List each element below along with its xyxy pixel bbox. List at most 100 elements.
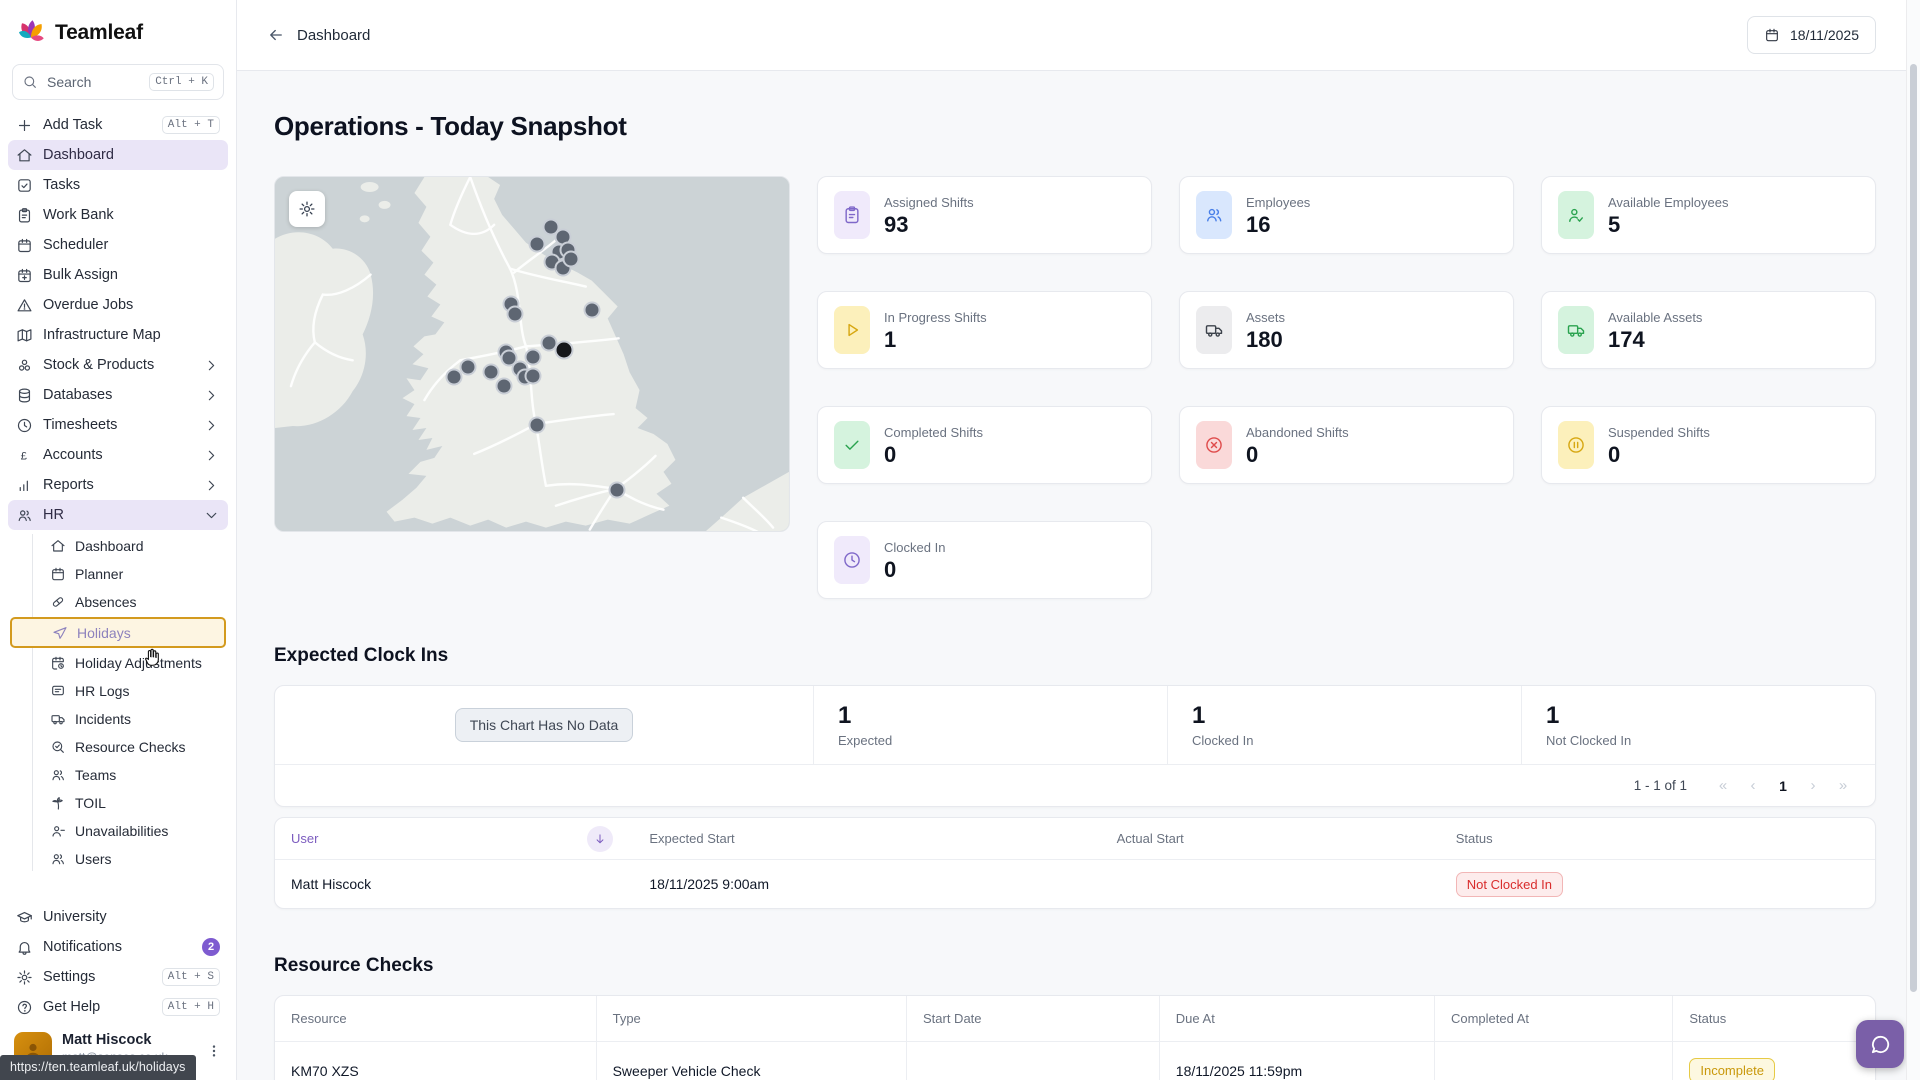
map-marker[interactable] xyxy=(483,364,500,381)
search-input[interactable]: Search Ctrl + K xyxy=(12,64,224,100)
breadcrumb: Dashboard xyxy=(297,27,370,44)
sidebar-item-tasks[interactable]: Tasks xyxy=(8,170,228,200)
date-picker-button[interactable]: 18/11/2025 xyxy=(1747,16,1876,54)
map-marker[interactable] xyxy=(529,236,546,253)
stat-card-in-progress-shifts: In Progress Shifts 1 xyxy=(817,291,1152,369)
expected-clock-ins-title: Expected Clock Ins xyxy=(274,645,1876,667)
clipboard-icon xyxy=(834,191,870,239)
chevron-right-icon xyxy=(203,357,220,374)
ellipsis-vertical-icon[interactable] xyxy=(206,1043,222,1059)
cell-start-date xyxy=(907,1042,1160,1080)
sidebar-item-unavailabilities[interactable]: Unavailabilities xyxy=(8,817,228,845)
sidebar-item-notifications[interactable]: Notifications 2 xyxy=(8,932,228,962)
sidebar-item-planner[interactable]: Planner xyxy=(8,560,228,588)
sort-descending-button[interactable] xyxy=(587,826,613,852)
sidebar-item-dashboard[interactable]: Dashboard xyxy=(8,140,228,170)
person-check-icon xyxy=(1558,191,1594,239)
brand-logo-row[interactable]: Teamleaf xyxy=(12,12,224,64)
map-marker[interactable] xyxy=(525,368,542,385)
person-minus-icon xyxy=(50,823,66,839)
sidebar-item-resource-checks[interactable]: Resource Checks xyxy=(8,733,228,761)
stat-cards: Assigned Shifts 93 Employees 16 Availabl… xyxy=(817,176,1876,599)
dashboard-content: Operations - Today Snapshot xyxy=(237,71,1920,1080)
calendar-plus-icon xyxy=(16,267,33,284)
sidebar-item-work-bank[interactable]: Work Bank xyxy=(8,200,228,230)
sidebar-item-timesheets[interactable]: Timesheets xyxy=(8,410,228,440)
chat-button[interactable] xyxy=(1856,1020,1904,1068)
sidebar-item-infrastructure-map[interactable]: Infrastructure Map xyxy=(8,320,228,350)
chevron-right-icon xyxy=(203,447,220,464)
truck-icon xyxy=(1196,306,1232,354)
sidebar-nav: Add Task Alt + T Dashboard Tasks Work Ba… xyxy=(0,100,236,896)
sidebar-item-scheduler[interactable]: Scheduler xyxy=(8,230,228,260)
sidebar-item-accounts[interactable]: £ Accounts xyxy=(8,440,228,470)
sidebar-item-reports[interactable]: Reports xyxy=(8,470,228,500)
cell-type: Sweeper Vehicle Check xyxy=(597,1042,907,1080)
sidebar-item-holidays[interactable]: Holidays xyxy=(10,617,226,648)
next-page-button[interactable]: › xyxy=(1803,777,1823,794)
sidebar-item-hr-logs[interactable]: HR Logs xyxy=(8,677,228,705)
sidebar-item-bulk-assign[interactable]: Bulk Assign xyxy=(8,260,228,290)
sidebar-item-settings[interactable]: Settings Alt + S xyxy=(8,962,228,992)
chart-empty-state: This Chart Has No Data xyxy=(455,708,634,742)
last-page-button[interactable]: » xyxy=(1833,777,1853,794)
operations-map[interactable] xyxy=(274,176,790,532)
stat-card-employees: Employees 16 xyxy=(1179,176,1514,254)
first-page-button[interactable]: « xyxy=(1713,777,1733,794)
sidebar-item-absences[interactable]: Absences xyxy=(8,588,228,616)
get-help-shortcut: Alt + H xyxy=(162,998,220,1016)
map-marker[interactable] xyxy=(460,359,477,376)
add-task-shortcut: Alt + T xyxy=(162,116,220,134)
cell-due-at: 18/11/2025 11:59pm xyxy=(1160,1042,1435,1080)
column-resource: Resource xyxy=(275,996,597,1041)
map-marker[interactable] xyxy=(529,417,546,434)
boxes-icon xyxy=(16,357,33,374)
sidebar-item-toil[interactable]: TOIL xyxy=(8,789,228,817)
add-task-button[interactable]: Add Task Alt + T xyxy=(8,110,228,140)
message-icon xyxy=(50,683,66,699)
sidebar-item-overdue-jobs[interactable]: Overdue Jobs xyxy=(8,290,228,320)
sidebar-item-university[interactable]: University xyxy=(8,902,228,932)
search-icon xyxy=(22,74,38,90)
scrollbar-thumb[interactable] xyxy=(1910,64,1917,992)
notifications-badge: 2 xyxy=(202,938,220,956)
map-settings-button[interactable] xyxy=(289,191,325,227)
map-marker[interactable] xyxy=(609,482,626,499)
plus-icon xyxy=(16,117,33,134)
column-due-at: Due At xyxy=(1160,996,1435,1041)
map-marker[interactable] xyxy=(525,349,542,366)
table-row[interactable]: KM70 XZS Sweeper Vehicle Check 18/11/202… xyxy=(275,1042,1875,1080)
sidebar-item-holiday-adjustments[interactable]: Holiday Adjustments xyxy=(8,649,228,677)
stat-not-clocked-in: 1 Not Clocked In xyxy=(1521,686,1875,764)
svg-text:£: £ xyxy=(21,450,28,462)
stat-card-assets: Assets 180 xyxy=(1179,291,1514,369)
back-button[interactable]: Dashboard xyxy=(267,26,370,44)
column-completed-at: Completed At xyxy=(1435,996,1673,1041)
map-marker[interactable] xyxy=(563,251,580,268)
link-preview-tooltip: https://ten.teamleaf.uk/holidays xyxy=(0,1055,196,1080)
chevron-right-icon xyxy=(203,387,220,404)
home-icon xyxy=(16,147,33,164)
sidebar-item-stock-products[interactable]: Stock & Products xyxy=(8,350,228,380)
sidebar-item-get-help[interactable]: Get Help Alt + H xyxy=(8,992,228,1022)
stat-clocked-in: 1 Clocked In xyxy=(1167,686,1521,764)
column-start-date: Start Date xyxy=(907,996,1160,1041)
sidebar-item-hr[interactable]: HR xyxy=(8,500,228,530)
map-marker[interactable] xyxy=(496,378,513,395)
pagination-range: 1 - 1 of 1 xyxy=(1634,778,1687,793)
topbar: Dashboard 18/11/2025 xyxy=(237,0,1920,71)
sidebar-item-users[interactable]: Users xyxy=(8,845,228,873)
map-marker[interactable] xyxy=(507,306,524,323)
sidebar-item-databases[interactable]: Databases xyxy=(8,380,228,410)
sidebar-item-incidents[interactable]: Incidents xyxy=(8,705,228,733)
current-page[interactable]: 1 xyxy=(1773,778,1793,794)
map-marker[interactable] xyxy=(446,369,463,386)
prev-page-button[interactable]: ‹ xyxy=(1743,777,1763,794)
sidebar-item-teams[interactable]: Teams xyxy=(8,761,228,789)
map-marker[interactable] xyxy=(584,302,601,319)
sidebar-item-hr-dashboard[interactable]: Dashboard xyxy=(8,532,228,560)
table-row[interactable]: Matt Hiscock 18/11/2025 9:00am Not Clock… xyxy=(275,860,1875,908)
map-marker-selected[interactable] xyxy=(555,341,574,360)
column-actual-start: Actual Start xyxy=(1101,818,1440,859)
page-scrollbar[interactable] xyxy=(1906,0,1920,1080)
